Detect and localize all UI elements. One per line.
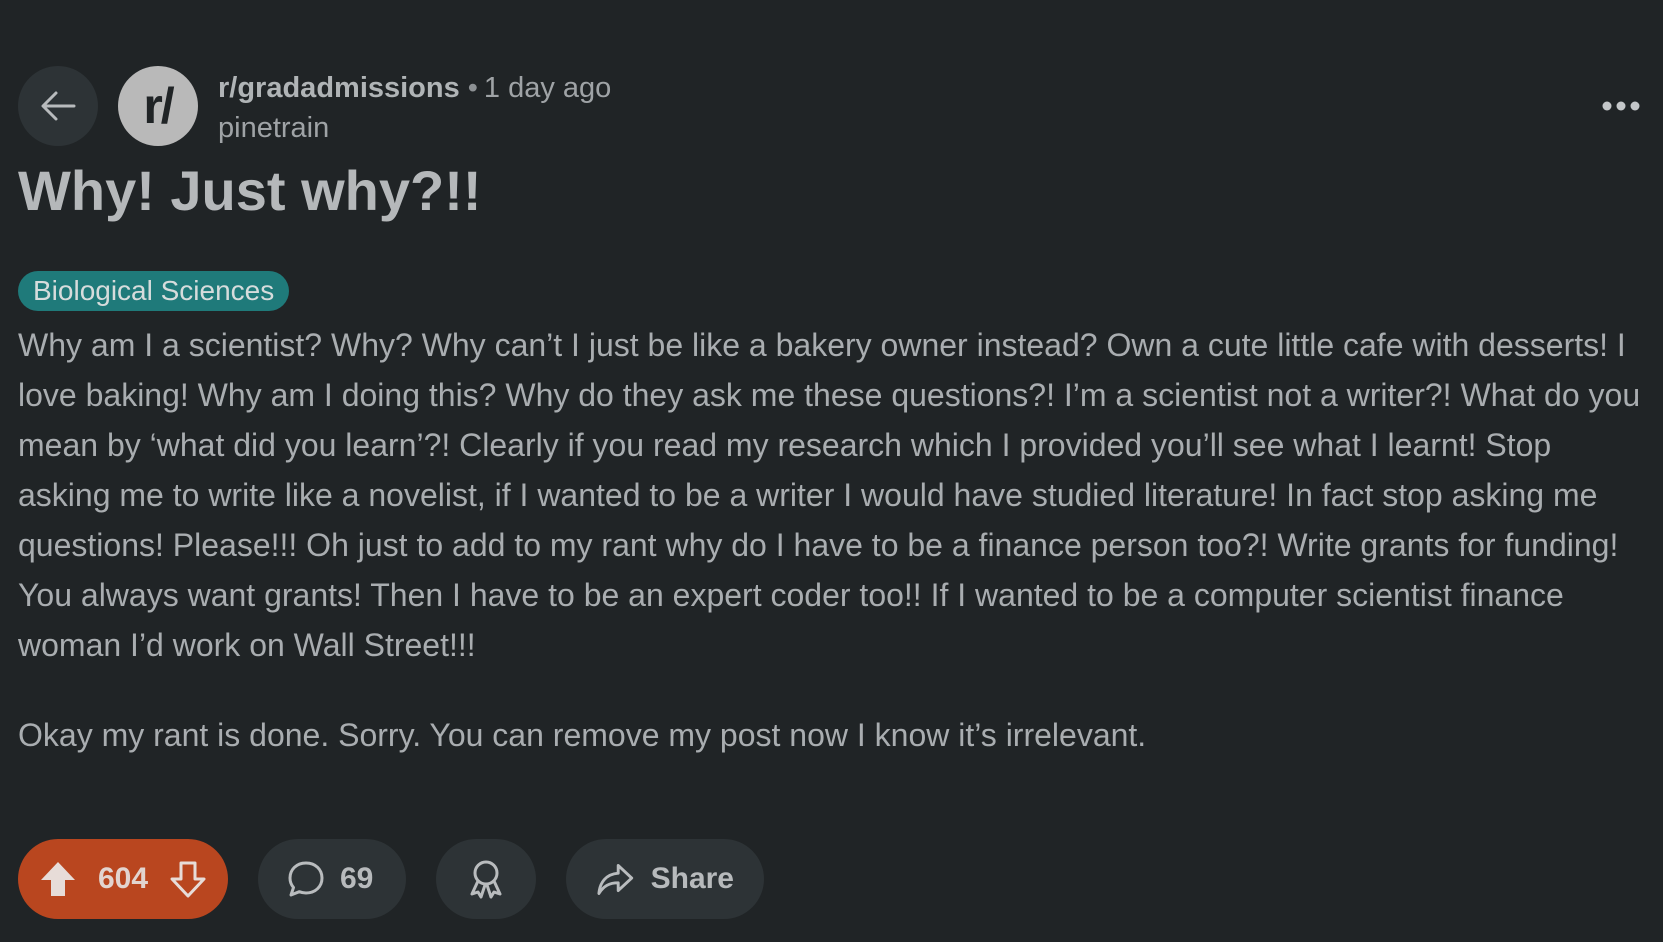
- vote-count: 604: [97, 862, 149, 895]
- more-options-button[interactable]: [1597, 86, 1645, 126]
- post-view: r/ r/gradadmissions • 1 day ago pinetrain …: [0, 0, 1663, 942]
- back-button[interactable]: [18, 66, 98, 146]
- post-meta: r/gradadmissions • 1 day ago pinetrain: [218, 68, 611, 148]
- subreddit-avatar[interactable]: r/: [118, 66, 198, 146]
- upvote-button[interactable]: [38, 859, 78, 899]
- post-body: Why am I a scientist? Why? Why can’t I j…: [18, 320, 1648, 760]
- meta-separator: •: [467, 72, 478, 104]
- post-action-bar: 604 69 Share: [18, 839, 764, 919]
- more-horizontal-icon: [1602, 101, 1640, 111]
- avatar-text: r/: [143, 78, 174, 134]
- vote-control: 604: [18, 839, 228, 919]
- downvote-arrow-icon: [170, 861, 206, 898]
- author-username[interactable]: pinetrain: [218, 108, 611, 148]
- share-arrow-icon: [597, 864, 634, 895]
- comments-button[interactable]: 69: [258, 839, 406, 919]
- comment-count: 69: [340, 862, 374, 895]
- arrow-left-icon: [41, 91, 76, 121]
- comment-bubble-icon: [288, 861, 324, 897]
- share-button[interactable]: Share: [566, 839, 764, 919]
- share-label: Share: [650, 862, 734, 895]
- post-timestamp: 1 day ago: [483, 72, 612, 104]
- upvote-arrow-icon: [41, 862, 75, 896]
- post-flair[interactable]: Biological Sciences: [18, 271, 290, 311]
- subreddit-name[interactable]: r/gradadmissions: [218, 72, 460, 104]
- award-button[interactable]: [436, 839, 536, 919]
- award-ribbon-icon: [470, 860, 502, 899]
- post-paragraph: Why am I a scientist? Why? Why can’t I j…: [18, 327, 1641, 663]
- post-header: r/ r/gradadmissions • 1 day ago pinetrain: [18, 66, 1645, 146]
- post-paragraph: Okay my rant is done. Sorry. You can rem…: [18, 717, 1147, 753]
- downvote-button[interactable]: [168, 859, 208, 899]
- post-title: Why! Just why?!!: [18, 159, 482, 222]
